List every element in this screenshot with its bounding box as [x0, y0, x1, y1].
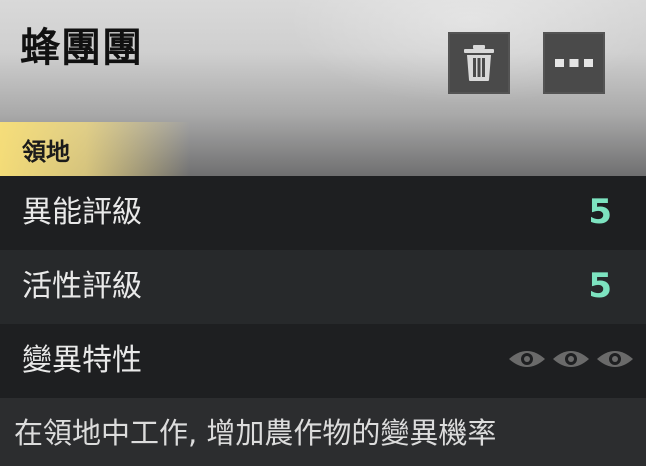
trash-icon	[464, 45, 494, 81]
trait-description: 在領地中工作, 增加農作物的變異機率	[14, 416, 497, 450]
stat-label: 異能評級	[22, 195, 142, 230]
stat-value: 5	[588, 266, 612, 306]
stat-row-mutation-trait[interactable]: 變異特性	[0, 324, 646, 398]
more-dots-icon	[555, 59, 593, 67]
trait-description-box: 在領地中工作, 增加農作物的變異機率	[0, 398, 646, 466]
eye-icon	[553, 351, 589, 367]
stat-row-activity-rating: 活性評級 5	[0, 250, 646, 324]
creature-name: 蜂團團	[20, 25, 143, 71]
stat-label: 活性評級	[22, 269, 142, 304]
tab-territory-label: 領地	[22, 138, 70, 166]
stat-label: 變異特性	[22, 343, 142, 378]
tab-territory[interactable]: 領地	[0, 122, 190, 176]
stat-row-ability-rating: 異能評級 5	[0, 176, 646, 250]
eye-icon	[509, 351, 545, 367]
mutation-trait-indicator	[508, 346, 634, 372]
stat-value: 5	[588, 192, 612, 232]
eye-icon	[597, 351, 633, 367]
more-options-button[interactable]	[543, 32, 605, 94]
creature-detail-panel: 蜂團團 領地 異能評級 5 活性評級 5 變異特性 在領地中工作, 增加農作物的…	[0, 0, 646, 466]
delete-button[interactable]	[448, 32, 510, 94]
